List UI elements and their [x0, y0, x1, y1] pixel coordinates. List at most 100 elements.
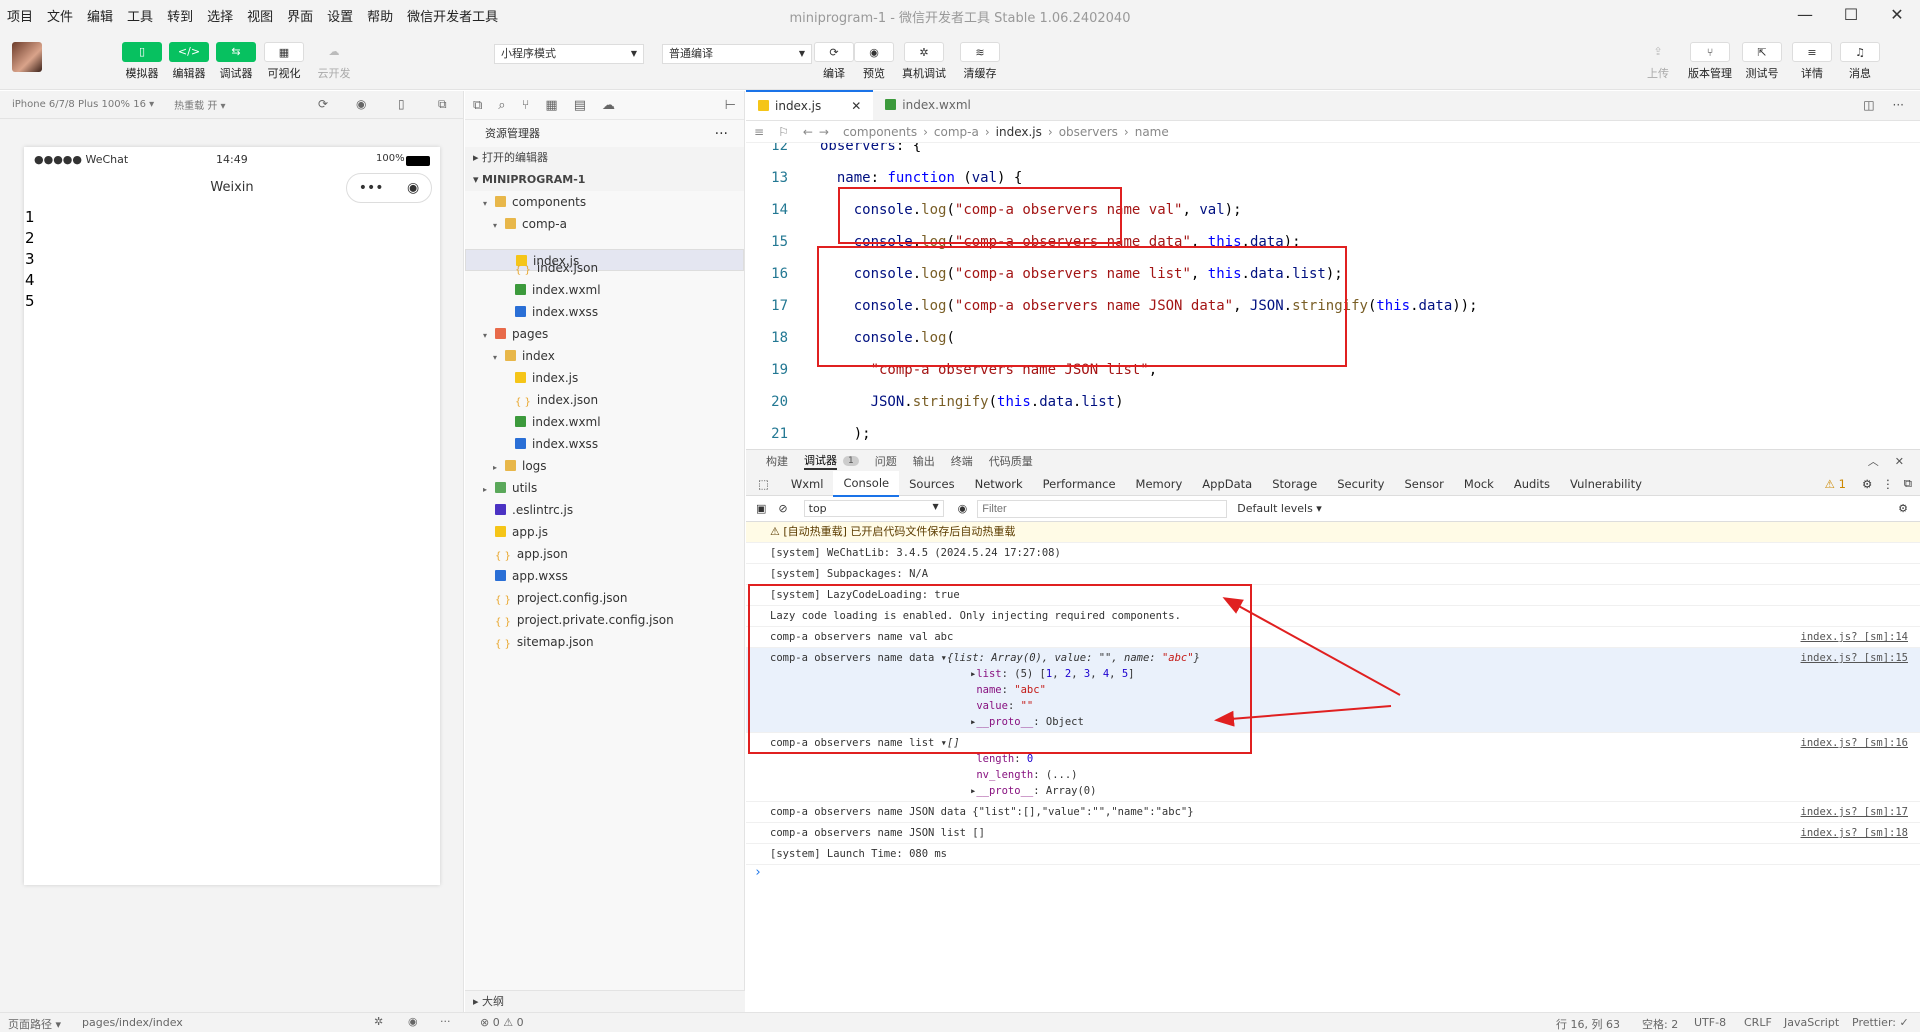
levels-select[interactable]: Default levels ▾ — [1237, 502, 1322, 515]
project-header[interactable]: ▾ MINIPROGRAM-1 — [465, 169, 744, 191]
menu-item[interactable]: 选择 — [200, 6, 240, 25]
clear-console-icon[interactable]: ⊘ — [778, 502, 787, 515]
menu-item[interactable]: 文件 — [40, 6, 80, 25]
menu-item[interactable]: 界面 — [280, 6, 320, 25]
page-path-select[interactable]: 页面路径 ▾ — [8, 1016, 61, 1032]
toolbar-button[interactable]: ⟳ 编译 — [812, 42, 856, 81]
maximize-icon[interactable]: ☐ — [1828, 0, 1874, 30]
toolbar-button[interactable]: ≡ 详情 — [1790, 42, 1834, 81]
template-icon[interactable]: ▤ — [574, 98, 586, 113]
tree-item[interactable]: ▾ pages — [465, 323, 744, 345]
tree-item[interactable]: ▸ logs — [465, 455, 744, 477]
devtools-tab[interactable]: Mock — [1454, 472, 1504, 496]
settings-gear-icon[interactable]: ⚙ — [1898, 502, 1908, 515]
tree-item[interactable]: { } project.config.json — [465, 587, 744, 609]
menu-item[interactable]: 编辑 — [80, 6, 120, 25]
mode-select[interactable]: 小程序模式 ▼ — [494, 44, 644, 64]
tree-item[interactable]: ▾ comp-a — [465, 213, 744, 235]
forward-icon[interactable]: → — [819, 121, 829, 142]
tree-item[interactable]: index.wxss — [465, 433, 744, 455]
toolbar-button[interactable]: ⇱ 测试号 — [1740, 42, 1784, 81]
tree-item[interactable]: app.wxss — [465, 565, 744, 587]
panel-tab[interactable]: 输出 — [913, 453, 935, 469]
debug-icon[interactable]: ✲ — [374, 1015, 383, 1028]
panel-tab[interactable]: 调试器 — [804, 452, 837, 470]
devtools-tab[interactable]: Network — [965, 472, 1033, 496]
source-link[interactable]: index.js? [sm]:18 — [1801, 825, 1908, 841]
eye-icon[interactable]: ◉ — [958, 502, 968, 515]
inspect-icon[interactable]: ⬚ — [746, 477, 781, 491]
breadcrumb-item[interactable]: observers — [1059, 121, 1118, 142]
indent-setting[interactable]: 空格: 2 — [1642, 1016, 1678, 1032]
tree-item[interactable]: index.wxml — [465, 411, 744, 433]
devtools-tab[interactable]: Audits — [1504, 472, 1560, 496]
eye-icon[interactable]: ◉ — [408, 1015, 418, 1028]
toolbar-button[interactable]: </> 编辑器 — [167, 42, 211, 81]
menu-item[interactable]: 工具 — [120, 6, 160, 25]
tree-item[interactable]: ▸ utils — [465, 477, 744, 499]
panel-tab[interactable]: 问题 — [875, 453, 897, 469]
more-icon[interactable]: ··· — [440, 1015, 451, 1028]
toolbar-button[interactable]: ♫ 消息 — [1838, 42, 1882, 81]
more-icon[interactable]: ··· — [715, 120, 728, 148]
menu-item[interactable]: 帮助 — [360, 6, 400, 25]
device-select[interactable]: iPhone 6/7/8 Plus 100% 16 ▾ — [12, 99, 154, 110]
toolbar-button[interactable]: ▯ 模拟器 — [120, 42, 164, 81]
source-link[interactable]: index.js? [sm]:15 — [1801, 650, 1908, 666]
devtools-tab[interactable]: Sensor — [1394, 472, 1453, 496]
list-icon[interactable]: ≡ — [754, 121, 764, 142]
panel-tab[interactable]: 终端 — [951, 453, 973, 469]
toolbar-button[interactable]: ⇪ 上传 — [1636, 42, 1680, 81]
tree-item[interactable]: { } index.json — [465, 389, 744, 411]
bookmark-icon[interactable]: ⚐ — [778, 121, 789, 142]
devtools-tab[interactable]: Wxml — [781, 472, 834, 496]
toolbar-button[interactable]: ⇆ 调试器 — [214, 42, 258, 81]
panel-tab[interactable]: 构建 — [766, 453, 788, 469]
breadcrumb-item[interactable]: comp-a — [934, 121, 979, 142]
tree-item[interactable]: index.wxss — [465, 301, 744, 323]
toolbar-button[interactable]: ◉ 预览 — [852, 42, 896, 81]
eol[interactable]: CRLF — [1744, 1016, 1772, 1029]
extensions-icon[interactable]: ▦ — [545, 98, 557, 113]
context-select[interactable]: top ▼ — [803, 500, 944, 517]
cursor-position[interactable]: 行 16, 列 63 — [1556, 1016, 1620, 1032]
files-icon[interactable]: ⧉ — [473, 98, 482, 113]
more-icon[interactable]: ⋮ — [1882, 477, 1904, 491]
devtools-tab[interactable]: Console — [833, 470, 900, 497]
warning-count[interactable]: ⚠ 1 — [1825, 477, 1862, 491]
docker-icon[interactable]: ☁ — [602, 98, 615, 113]
compile-select[interactable]: 普通编译 ▼ — [662, 44, 812, 64]
settings-gear-icon[interactable]: ⚙ — [1862, 477, 1882, 491]
split-editor-icon[interactable]: ◫ — [1863, 90, 1874, 120]
tree-item[interactable]: .eslintrc.js — [465, 499, 744, 521]
breadcrumb-item[interactable]: index.js — [996, 121, 1042, 142]
menu-item[interactable]: 设置 — [320, 6, 360, 25]
prettier-status[interactable]: Prettier: ✓ — [1852, 1016, 1909, 1029]
capsule-button[interactable]: ••• ◉ — [346, 173, 432, 203]
tab-index-wxml[interactable]: index.wxml — [873, 90, 983, 120]
tab-index-js[interactable]: index.js ✕ — [746, 90, 874, 120]
devtools-tab[interactable]: Security — [1327, 472, 1394, 496]
close-icon[interactable]: ✕ — [1874, 0, 1920, 30]
breadcrumb-item[interactable]: components — [843, 121, 917, 142]
console-prompt[interactable]: › — [746, 865, 1920, 880]
tree-item[interactable]: { } app.json — [465, 543, 744, 565]
tree-item[interactable]: index.js — [465, 367, 744, 389]
menu-item[interactable]: 微信开发者工具 — [400, 6, 505, 25]
phone-icon[interactable]: ▯ — [398, 97, 405, 111]
stop-icon[interactable]: ◉ — [356, 97, 366, 111]
tree-item[interactable]: ▾ index — [465, 345, 744, 367]
source-link[interactable]: index.js? [sm]:17 — [1801, 804, 1908, 820]
toolbar-button[interactable]: ☁ 云开发 — [312, 42, 356, 81]
hotreload-select[interactable]: 热重载 开 ▾ — [174, 97, 225, 112]
devtools-tab[interactable]: AppData — [1192, 472, 1262, 496]
search-icon[interactable]: ⌕ — [498, 98, 505, 113]
close-icon[interactable]: ✕ — [1895, 455, 1904, 468]
outline-header[interactable]: ▸ 大纲 — [465, 990, 745, 1012]
encoding[interactable]: UTF-8 — [1694, 1016, 1726, 1029]
avatar[interactable] — [12, 42, 42, 72]
tree-item[interactable]: { } index.json — [465, 257, 744, 279]
more-icon[interactable]: ••• — [359, 173, 384, 203]
breadcrumb-item[interactable]: name — [1135, 121, 1169, 142]
window-icon[interactable]: ⧉ — [438, 97, 447, 112]
